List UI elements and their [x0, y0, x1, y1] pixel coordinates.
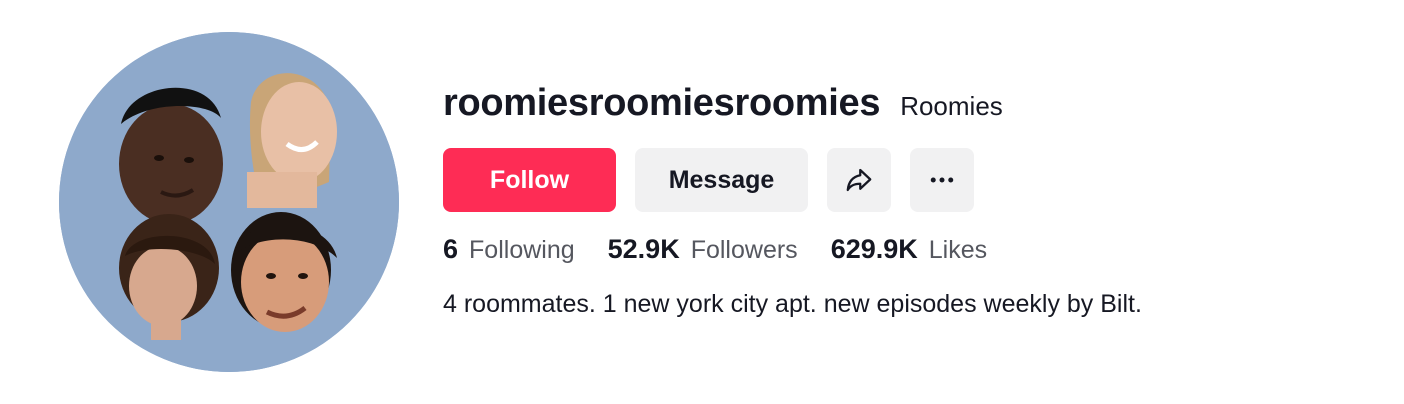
following-stat[interactable]: 6 Following — [443, 234, 575, 265]
bio: 4 roommates. 1 new york city apt. new ep… — [443, 290, 1142, 318]
action-buttons: Follow Message — [443, 148, 974, 212]
username: roomiesroomiesroomies — [443, 82, 881, 124]
profile-stats: 6 Following 52.9K Followers 629.9K Likes — [443, 234, 1020, 265]
more-icon — [930, 177, 954, 183]
followers-count: 52.9K — [607, 234, 680, 264]
profile-info: roomiesroomiesroomies Roomies Follow Mes… — [443, 82, 1142, 318]
following-label: Following — [469, 236, 575, 264]
followers-label: Followers — [690, 236, 798, 264]
likes-label: Likes — [928, 236, 988, 264]
share-icon — [846, 168, 872, 192]
followers-stat[interactable]: 52.9K Followers — [608, 234, 798, 265]
message-button[interactable]: Message — [635, 148, 808, 212]
share-button[interactable] — [827, 148, 891, 212]
likes-count: 629.9K — [830, 234, 918, 264]
more-button[interactable] — [910, 148, 974, 212]
profile-header: roomiesroomiesroomies Roomies Follow Mes… — [0, 0, 1404, 404]
follow-button[interactable]: Follow — [443, 148, 616, 212]
avatar-image — [59, 32, 399, 372]
nickname: Roomies — [900, 91, 1003, 121]
likes-stat: 629.9K Likes — [831, 234, 987, 265]
name-row: roomiesroomiesroomies Roomies — [443, 82, 1003, 132]
following-count: 6 — [443, 234, 459, 264]
avatar[interactable] — [59, 32, 399, 372]
